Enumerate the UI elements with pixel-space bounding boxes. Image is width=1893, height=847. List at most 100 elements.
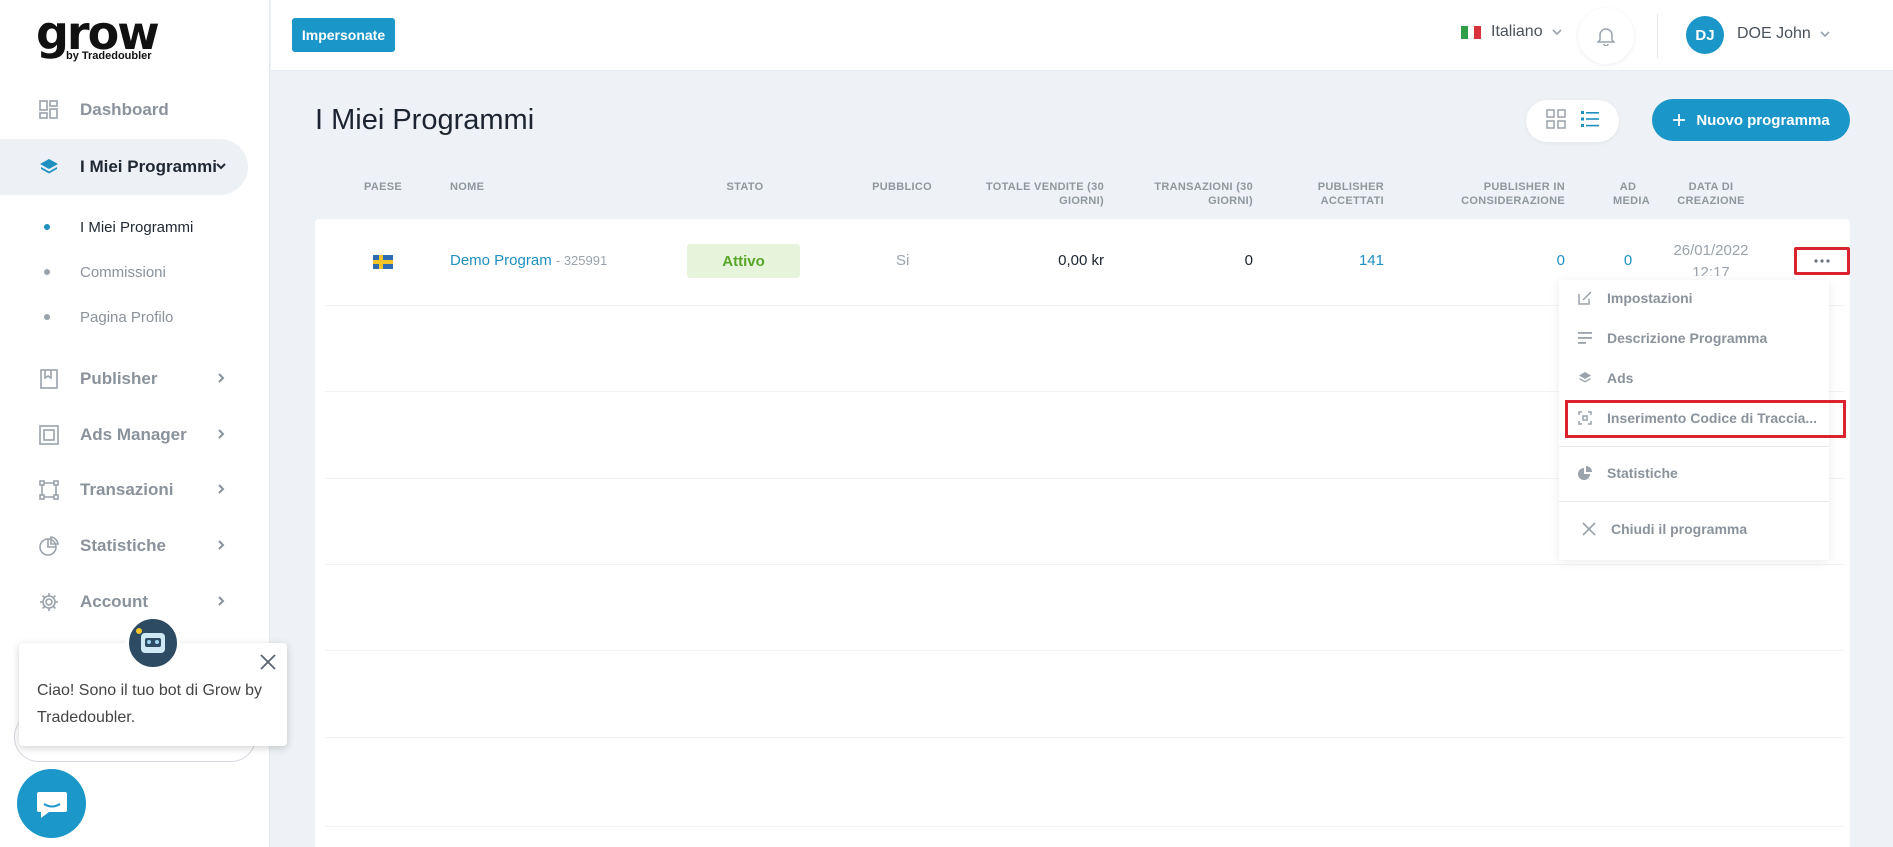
chat-launcher-button[interactable] — [17, 769, 86, 838]
column-header-nome[interactable]: NOME — [450, 180, 530, 194]
pending-publishers-link[interactable]: 0 — [1520, 252, 1565, 269]
sidebar-item-account[interactable]: Account — [0, 574, 248, 630]
sidebar-item-statistiche[interactable]: Statistiche — [0, 518, 248, 574]
layers-icon — [38, 156, 60, 178]
menu-item-statistiche[interactable]: Statistiche — [1559, 455, 1829, 491]
menu-item-label: Descrizione Programma — [1607, 330, 1768, 346]
accepted-publishers-link[interactable]: 141 — [1330, 252, 1384, 269]
sidebar-item-label: I Miei Programmi — [80, 157, 217, 176]
program-id: - 325991 — [555, 253, 608, 268]
italy-flag-icon — [1461, 25, 1482, 39]
avatar[interactable]: DJ — [1686, 16, 1724, 54]
user-name: DOE John — [1737, 25, 1811, 42]
sidebar-item-label: Dashboard — [80, 100, 169, 119]
subitem-pagina-profilo[interactable]: Pagina Profilo — [44, 305, 173, 329]
sidebar-item-label: Ads Manager — [80, 425, 187, 444]
pie-icon — [1577, 465, 1593, 481]
chevron-down-icon — [214, 159, 228, 173]
gear-icon — [38, 591, 60, 613]
grid-view-icon[interactable] — [1545, 108, 1566, 134]
frame-icon — [38, 424, 60, 446]
close-icon — [1581, 521, 1597, 537]
chatbot-message: Ciao! Sono il tuo bot di Grow by Tradedo… — [37, 682, 263, 726]
transactions-value: 0 — [1244, 252, 1253, 269]
column-header-publisher-accettati[interactable]: PUBLISHER ACCETTATI — [1300, 180, 1384, 208]
sidebar-item-label: Statistiche — [80, 536, 166, 555]
logo-word: grow — [36, 6, 160, 60]
chevron-right-icon — [214, 371, 228, 385]
user-menu[interactable]: DOE John — [1737, 25, 1831, 43]
column-header-totale-vendite[interactable]: TOTALE VENDITE (30 GIORNI) — [970, 180, 1104, 208]
text-lines-icon — [1577, 330, 1593, 346]
more-actions-button[interactable] — [1794, 247, 1850, 275]
edit-icon — [1577, 290, 1593, 306]
sweden-flag-icon — [373, 255, 393, 269]
highlight-box — [1565, 400, 1846, 438]
chevron-right-icon — [214, 594, 228, 608]
creation-date: 26/01/2022 — [1673, 242, 1749, 259]
chevron-down-icon — [1552, 29, 1562, 36]
row-divider — [325, 564, 1845, 565]
program-name: Demo Program — [450, 252, 552, 269]
column-header-pubblico[interactable]: PUBBLICO — [862, 180, 942, 194]
creation-time: 12:17 — [1692, 264, 1730, 276]
close-icon[interactable] — [259, 653, 277, 671]
sidebar-item-ads-manager[interactable]: Ads Manager — [0, 407, 248, 463]
bell-icon — [1597, 28, 1615, 46]
column-header-publisher-considerazione[interactable]: PUBLISHER IN CONSIDERAZIONE — [1430, 180, 1565, 208]
view-toggle — [1526, 100, 1619, 142]
bullet-dot — [44, 314, 50, 320]
bot-avatar — [126, 616, 180, 670]
bullet-dot — [44, 224, 50, 230]
nodes-icon — [38, 479, 60, 501]
page-title: I Miei Programmi — [315, 104, 535, 136]
language-selector[interactable]: Italiano — [1461, 23, 1563, 41]
subitem-i-miei-programmi[interactable]: I Miei Programmi — [44, 215, 193, 239]
menu-item-label: Statistiche — [1607, 465, 1678, 481]
divider — [1657, 14, 1658, 58]
book-icon — [38, 368, 60, 390]
menu-item-impostazioni[interactable]: Impostazioni — [1559, 280, 1829, 316]
column-header-data-creazione[interactable]: DATA DI CREAZIONE — [1668, 180, 1754, 208]
impersonate-button[interactable]: Impersonate — [292, 18, 395, 52]
plus-icon — [1673, 114, 1686, 126]
menu-item-ads[interactable]: Ads — [1559, 360, 1829, 396]
ad-media-link[interactable]: 0 — [1613, 252, 1643, 269]
chevron-right-icon — [214, 482, 228, 496]
subitem-label: Pagina Profilo — [80, 308, 174, 326]
layers-icon — [1577, 370, 1593, 386]
grow-logo[interactable]: grow by Tradedoubler — [36, 6, 166, 64]
sidebar-item-i-miei-programmi[interactable]: I Miei Programmi — [0, 139, 248, 195]
sidebar-item-label: Publisher — [80, 369, 158, 388]
menu-divider — [1559, 446, 1829, 447]
sidebar-item-label: Transazioni — [80, 480, 174, 499]
ellipsis-icon — [1814, 259, 1830, 263]
subitem-label: I Miei Programmi — [80, 218, 194, 236]
menu-item-label: Ads — [1607, 370, 1634, 386]
sidebar-item-publisher[interactable]: Publisher — [0, 351, 248, 407]
list-view-icon[interactable] — [1580, 109, 1600, 134]
menu-item-chiudi-programma[interactable]: Chiudi il programma — [1559, 511, 1829, 547]
chevron-down-icon — [1820, 31, 1830, 38]
sidebar-item-dashboard[interactable]: Dashboard — [0, 82, 248, 138]
program-name-link[interactable]: Demo Program - 325991 — [450, 252, 607, 269]
new-program-button[interactable]: Nuovo programma — [1652, 99, 1850, 141]
column-header-transazioni[interactable]: TRANSAZIONI (30 GIORNI) — [1130, 180, 1253, 208]
language-label: Italiano — [1491, 23, 1543, 40]
subitem-label: Commissioni — [80, 263, 166, 281]
row-divider — [325, 737, 1845, 738]
chevron-right-icon — [214, 427, 228, 441]
chevron-right-icon — [214, 538, 228, 552]
new-program-label: Nuovo programma — [1696, 111, 1830, 129]
menu-item-label: Impostazioni — [1607, 290, 1693, 306]
pie-icon — [38, 535, 60, 557]
menu-item-descrizione-programma[interactable]: Descrizione Programma — [1559, 320, 1829, 356]
column-header-ad-media[interactable]: AD MEDIA — [1613, 180, 1650, 208]
column-header-stato[interactable]: STATO — [705, 180, 785, 194]
column-header-paese[interactable]: PAESE — [358, 180, 408, 194]
row-divider — [325, 826, 1845, 827]
sidebar-item-transazioni[interactable]: Transazioni — [0, 462, 248, 518]
row-divider — [325, 650, 1845, 651]
notifications-button[interactable] — [1578, 8, 1634, 64]
subitem-commissioni[interactable]: Commissioni — [44, 260, 166, 284]
